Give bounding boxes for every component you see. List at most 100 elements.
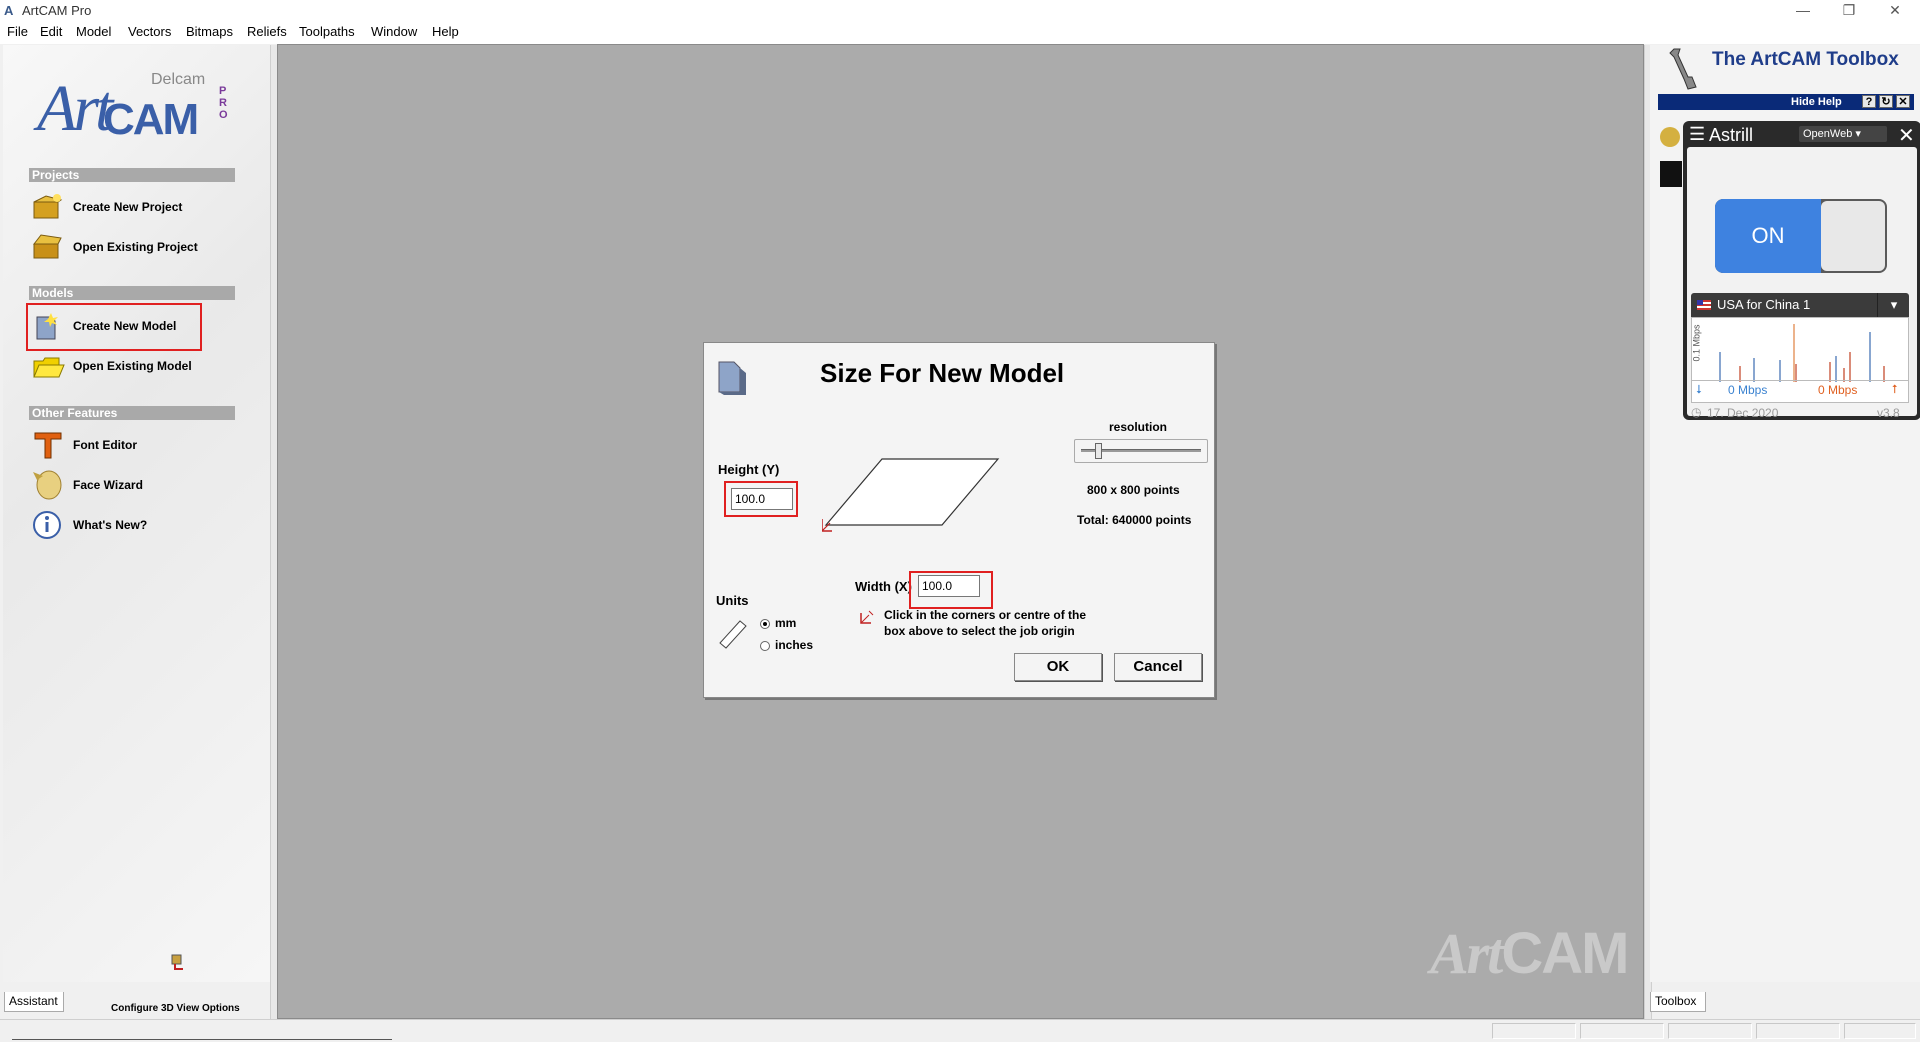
vpn-toggle[interactable]: ON xyxy=(1715,199,1887,273)
face-wizard-item[interactable]: Face Wizard xyxy=(31,468,231,502)
width-label: Width (X) xyxy=(855,579,912,594)
menu-file[interactable]: File xyxy=(7,24,28,39)
upload-rate: 0 Mbps xyxy=(1818,383,1858,397)
total-points-text: Total: 640000 points xyxy=(1077,513,1192,527)
server-name: USA for China 1 xyxy=(1717,297,1811,312)
astrill-brand: Astrill xyxy=(1709,125,1753,145)
status-cell-3 xyxy=(1668,1023,1752,1039)
create-model-icon xyxy=(36,313,58,340)
assistant-panel: Delcam Art CAM PRO Projects Create New P… xyxy=(3,45,270,1014)
assistant-tab[interactable]: Assistant xyxy=(4,992,64,1012)
astrill-version: v3.8 xyxy=(1877,406,1900,420)
toolbox-title: The ArtCAM Toolbox xyxy=(1712,49,1899,70)
server-select[interactable]: USA for China 1 ▾ xyxy=(1691,293,1909,317)
watermark-art: Art xyxy=(1430,921,1503,986)
status-cell-1 xyxy=(1492,1023,1576,1039)
face-wizard-icon xyxy=(33,470,62,500)
origin-hint-line1: Click in the corners or centre of the xyxy=(884,608,1087,622)
unit-inches-radio[interactable] xyxy=(760,641,770,651)
astrill-body: ON USA for China 1 ▾ 0.1 Mbps ⭣ 0 Mbps 0… xyxy=(1687,147,1917,420)
toggle-on-label: ON xyxy=(1715,199,1821,273)
restore-button[interactable]: ❐ xyxy=(1826,0,1872,22)
hide-help-link[interactable]: Hide Help xyxy=(1791,96,1842,108)
configure-3d-icon[interactable] xyxy=(169,953,187,971)
menu-bar: File Edit Model Vectors Bitmaps Reliefs … xyxy=(0,22,1920,44)
units-label: Units xyxy=(716,593,749,608)
open-model-icon xyxy=(33,357,65,378)
open-existing-model-item[interactable]: Open Existing Model xyxy=(31,349,231,383)
configure-3d-view-link[interactable]: Configure 3D View Options xyxy=(111,1003,240,1014)
info-icon xyxy=(33,511,61,539)
open-project-icon xyxy=(32,234,62,259)
unit-mm-label[interactable]: mm xyxy=(775,616,796,630)
ok-button[interactable]: OK xyxy=(1014,653,1102,681)
unit-inches-label[interactable]: inches xyxy=(775,638,813,652)
status-cell-2 xyxy=(1580,1023,1664,1039)
astrill-widget: ☰ Astrill OpenWeb ▾ ✕ ON USA for China 1… xyxy=(1683,121,1920,420)
resolution-label: resolution xyxy=(1109,420,1168,434)
height-label: Height (Y) xyxy=(718,462,780,477)
clock-icon: ◷ xyxy=(1691,405,1702,419)
traffic-bars xyxy=(1719,324,1885,382)
menu-reliefs[interactable]: Reliefs xyxy=(247,24,287,39)
font-editor-icon xyxy=(34,432,62,459)
window-title: ArtCAM Pro xyxy=(22,3,92,18)
unit-mm-radio[interactable] xyxy=(760,619,770,629)
menu-edit[interactable]: Edit xyxy=(40,24,62,39)
open-existing-project-item[interactable]: Open Existing Project xyxy=(31,230,231,264)
graph-axis-label: 0.1 Mbps xyxy=(1691,324,1702,362)
size-for-new-model-dialog: Size For New Model Height (Y) resolution… xyxy=(703,342,1215,698)
title-bar: A ArtCAM Pro — ❐ ✕ xyxy=(0,0,1920,22)
close-button[interactable]: ✕ xyxy=(1872,0,1918,22)
help-question-button[interactable]: ? xyxy=(1862,95,1876,108)
menu-bitmaps[interactable]: Bitmaps xyxy=(186,24,233,39)
create-project-icon xyxy=(33,194,63,219)
whats-new-item[interactable]: What's New? xyxy=(31,508,231,542)
new-model-icon xyxy=(718,361,746,395)
download-rate: 0 Mbps xyxy=(1728,383,1768,397)
toolbox-tab[interactable]: Toolbox xyxy=(1650,992,1706,1012)
font-editor-item[interactable]: Font Editor xyxy=(31,428,231,462)
refresh-button[interactable]: ↻ xyxy=(1879,95,1893,108)
model-origin-preview[interactable] xyxy=(822,455,1008,541)
points-text: 800 x 800 points xyxy=(1087,483,1180,497)
toolbox-close-button[interactable]: ✕ xyxy=(1896,95,1910,108)
progress-line xyxy=(12,1039,392,1040)
logo-art: Art xyxy=(37,72,113,145)
menu-model[interactable]: Model xyxy=(76,24,111,39)
server-dropdown-icon[interactable]: ▾ xyxy=(1877,293,1910,317)
minimize-button[interactable]: — xyxy=(1780,0,1826,22)
astrill-mode-select[interactable]: OpenWeb ▾ xyxy=(1799,126,1887,142)
origin-hint-icon xyxy=(860,610,874,624)
slider-thumb[interactable] xyxy=(1095,443,1102,459)
open-existing-model-label: Open Existing Model xyxy=(73,359,192,373)
create-new-model-item[interactable]: Create New Model xyxy=(31,309,231,343)
wrench-icon xyxy=(1669,48,1697,90)
chevron-down-icon: ▾ xyxy=(1855,128,1861,140)
menu-toolpaths[interactable]: Toolpaths xyxy=(299,24,355,39)
astrill-close-icon[interactable]: ✕ xyxy=(1898,123,1915,148)
height-input[interactable] xyxy=(731,488,793,510)
download-arrow-icon: ⭣ xyxy=(1696,382,1702,396)
menu-window[interactable]: Window xyxy=(371,24,417,39)
create-new-project-item[interactable]: Create New Project xyxy=(31,190,231,224)
section-projects: Projects xyxy=(29,168,235,182)
whats-new-label: What's New? xyxy=(73,518,148,532)
astrill-date: 17. Dec 2020 xyxy=(1707,406,1779,420)
menu-help[interactable]: Help xyxy=(432,24,459,39)
create-new-model-label: Create New Model xyxy=(73,319,177,333)
artcam-logo: Delcam Art CAM PRO xyxy=(33,65,243,175)
menu-vectors[interactable]: Vectors xyxy=(128,24,171,39)
astrill-menu-icon[interactable]: ☰ xyxy=(1689,124,1705,145)
partial-icon xyxy=(1660,127,1682,187)
logo-cam: CAM xyxy=(103,95,199,144)
upload-arrow-icon: ⭡ xyxy=(1892,382,1898,396)
origin-hint-line2: box above to select the job origin xyxy=(884,624,1075,638)
cancel-button[interactable]: Cancel xyxy=(1114,653,1202,681)
astrill-mode: OpenWeb xyxy=(1803,128,1853,140)
logo-pro: PRO xyxy=(219,85,228,121)
origin-hint-text: Click in the corners or centre of the bo… xyxy=(884,607,1086,639)
resolution-slider[interactable] xyxy=(1074,439,1208,463)
dialog-title: Size For New Model xyxy=(820,358,1065,388)
width-input[interactable] xyxy=(918,575,980,597)
